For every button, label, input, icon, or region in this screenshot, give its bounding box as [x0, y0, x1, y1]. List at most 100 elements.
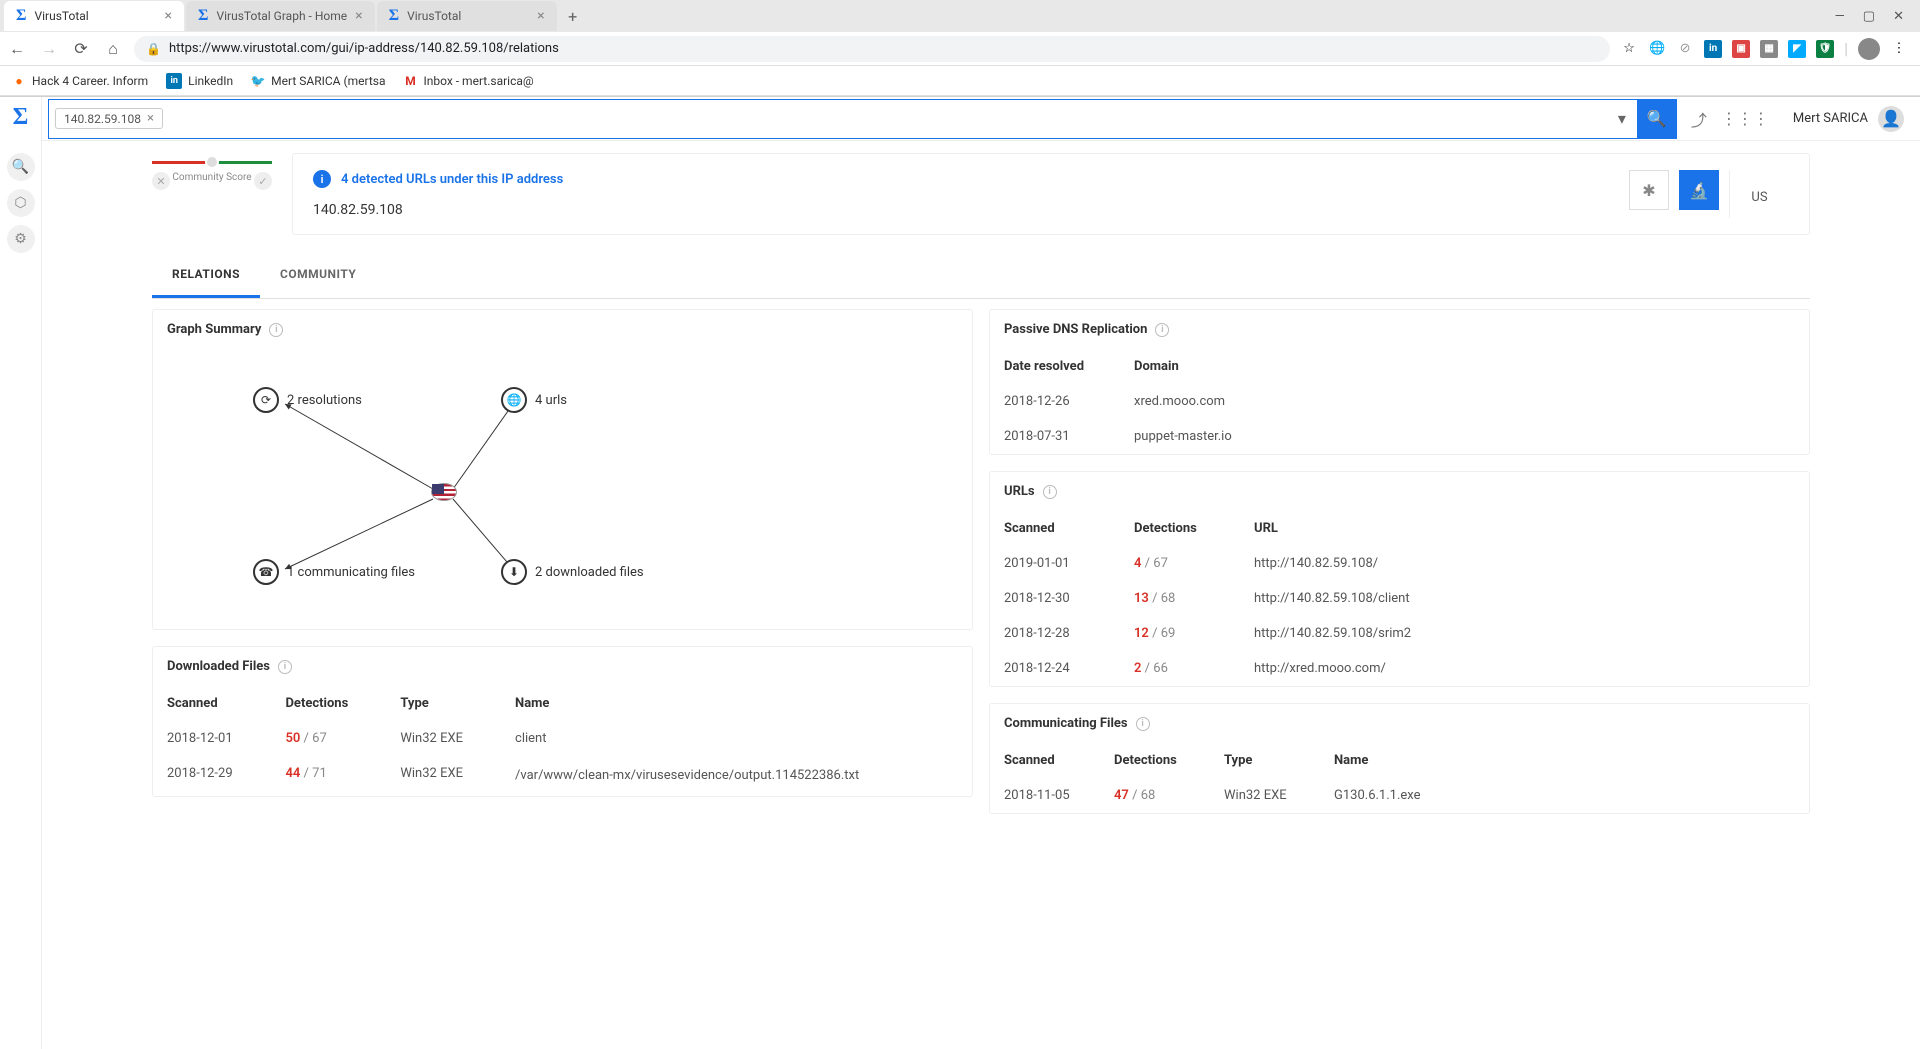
shield-ext-icon[interactable]: 🛡 — [1816, 40, 1834, 58]
score-up-icon[interactable]: ✓ — [254, 172, 272, 190]
top-actions: ⤴ ⋮⋮⋮ — [1677, 107, 1783, 131]
linkedin-ext-icon[interactable]: in — [1704, 40, 1722, 58]
cell-scanned: 2018-12-24 — [990, 651, 1120, 686]
close-icon[interactable]: × — [537, 8, 544, 24]
blocker-icon[interactable]: ⊘ — [1676, 40, 1694, 58]
star-icon[interactable]: ☆ — [1620, 40, 1638, 58]
bookmark-item[interactable]: M Inbox - mert.sarica@ — [403, 74, 533, 88]
vt-favicon-icon: Σ — [16, 7, 26, 25]
graph-summary-panel: Graph Summary i — [152, 309, 973, 630]
table-row[interactable]: 2018-12-24 2 / 66 http://xred.mooo.com/ — [990, 651, 1809, 686]
ip-address: 140.82.59.108 — [313, 202, 563, 218]
apps-icon[interactable]: ⋮⋮⋮ — [1721, 109, 1769, 128]
score-down-icon[interactable]: ✕ — [152, 172, 170, 190]
vt-favicon-icon: Σ — [389, 7, 399, 25]
alert-text: 4 detected URLs under this IP address — [341, 172, 563, 187]
bookmark-item[interactable]: in LinkedIn — [166, 73, 233, 89]
table-row[interactable]: 2018-12-29 44 / 71 Win32 EXE /var/www/cl… — [153, 756, 972, 796]
minimize-button[interactable]: — — [1835, 9, 1845, 24]
col-url: URL — [1240, 511, 1809, 546]
reanalyze-button[interactable]: 🔬 — [1679, 170, 1719, 210]
col-detections: Detections — [271, 686, 386, 721]
detection-alert: i 4 detected URLs under this IP address — [313, 170, 563, 188]
tab-title: VirusTotal — [34, 9, 88, 23]
upload-icon[interactable]: ⤴ — [1691, 107, 1707, 131]
graph-node-downloaded[interactable]: ⬇ 2 downloaded files — [501, 559, 644, 585]
table-row[interactable]: 2018-12-28 12 / 69 http://140.82.59.108/… — [990, 616, 1809, 651]
graph-node-urls[interactable]: 🌐 4 urls — [501, 387, 567, 413]
bookmark-item[interactable]: 🐦 Mert SARICA (mertsa — [251, 74, 385, 88]
url-input[interactable]: 🔒 https://www.virustotal.com/gui/ip-addr… — [134, 36, 1610, 62]
downloaded-files-panel: Downloaded Files i Scanned Detections Ty… — [152, 646, 973, 797]
info-icon: i — [313, 170, 331, 188]
back-button[interactable]: ← — [6, 39, 28, 59]
tab-community[interactable]: COMMUNITY — [260, 253, 376, 298]
table-row[interactable]: 2018-07-31 puppet-master.io — [990, 419, 1809, 454]
graph-nav-icon[interactable]: ⬡ — [7, 189, 35, 217]
ext-icon[interactable]: ◤ — [1788, 40, 1806, 58]
search-chip[interactable]: 140.82.59.108 × — [55, 108, 163, 129]
panel-header: Communicating Files i — [990, 704, 1809, 743]
maximize-button[interactable]: ▢ — [1863, 9, 1875, 24]
bookmark-label: LinkedIn — [188, 74, 233, 88]
graph-node-resolutions[interactable]: ⟳ 2 resolutions — [253, 387, 362, 413]
bookmark-label: Inbox - mert.sarica@ — [423, 74, 533, 88]
profile-avatar[interactable] — [1858, 38, 1880, 60]
table-row[interactable]: 2018-12-26 xred.mooo.com — [990, 384, 1809, 419]
globe-icon[interactable]: 🌐 — [1648, 40, 1666, 58]
graph-node-communicating[interactable]: ☎ 1 communicating files — [253, 559, 415, 585]
chip-remove-icon[interactable]: × — [147, 111, 154, 126]
ext-icon[interactable]: ▣ — [1732, 40, 1750, 58]
cell-type: Win32 EXE — [386, 756, 501, 796]
summary-card: i 4 detected URLs under this IP address … — [292, 153, 1810, 235]
search-input[interactable]: 140.82.59.108 × — [48, 99, 1607, 139]
info-icon[interactable]: i — [278, 660, 292, 674]
user-menu[interactable]: Mert SARICA 👤 — [1783, 106, 1914, 132]
bookmark-item[interactable]: ● Hack 4 Career. Inform — [12, 74, 148, 88]
comm-icon: ☎ — [253, 559, 279, 585]
home-button[interactable]: ⌂ — [102, 39, 124, 59]
cell-detections: 13 / 68 — [1120, 581, 1240, 616]
urls-icon: 🌐 — [501, 387, 527, 413]
table-row[interactable]: 2019-01-01 4 / 67 http://140.82.59.108/ — [990, 546, 1809, 581]
browser-tab[interactable]: Σ VirusTotal Graph - Home × — [186, 1, 375, 31]
info-icon[interactable]: i — [269, 323, 283, 337]
table-row[interactable]: 2018-11-05 47 / 68 Win32 EXE G130.6.1.1.… — [990, 778, 1809, 813]
close-icon[interactable]: × — [355, 8, 362, 24]
search-button[interactable]: 🔍 — [1637, 99, 1677, 139]
panel-title: Passive DNS Replication — [1004, 322, 1147, 337]
user-avatar-icon: 👤 — [1878, 106, 1904, 132]
tab-relations[interactable]: RELATIONS — [152, 253, 260, 298]
ext-icon[interactable]: ▦ — [1760, 40, 1778, 58]
graph-button[interactable]: ✱ — [1629, 170, 1669, 210]
menu-icon[interactable]: ⋮ — [1890, 40, 1908, 58]
cell-name: G130.6.1.1.exe — [1320, 778, 1809, 813]
close-icon[interactable]: × — [165, 8, 172, 24]
info-icon[interactable]: i — [1136, 717, 1150, 731]
close-window-button[interactable]: ✕ — [1893, 9, 1904, 24]
cell-domain: puppet-master.io — [1120, 419, 1809, 454]
tab-title: VirusTotal Graph - Home — [216, 9, 347, 23]
table-row[interactable]: 2018-12-01 50 / 67 Win32 EXE client — [153, 721, 972, 756]
browser-tab[interactable]: Σ VirusTotal × — [377, 1, 557, 31]
search-dropdown[interactable]: ▾ — [1607, 99, 1637, 139]
cell-scanned: 2018-12-29 — [153, 756, 271, 796]
passive-dns-table: Date resolved Domain 2018-12-26 xred.moo… — [990, 349, 1809, 454]
vt-logo-icon[interactable]: Σ — [7, 103, 35, 131]
panel-header: Graph Summary i — [153, 310, 972, 349]
panels-grid: Graph Summary i — [152, 309, 1810, 814]
api-nav-icon[interactable]: ⚙ — [7, 225, 35, 253]
info-icon[interactable]: i — [1155, 323, 1169, 337]
browser-tab[interactable]: Σ VirusTotal × — [4, 1, 184, 31]
detail-tabs: RELATIONS COMMUNITY — [152, 253, 1810, 299]
search-nav-icon[interactable]: 🔍 — [7, 153, 35, 181]
table-row[interactable]: 2018-12-30 13 / 68 http://140.82.59.108/… — [990, 581, 1809, 616]
toolbar-right: ☆ 🌐 ⊘ in ▣ ▦ ◤ 🛡 | ⋮ — [1620, 38, 1914, 60]
reload-button[interactable]: ⟳ — [70, 39, 92, 58]
new-tab-button[interactable]: + — [559, 7, 587, 26]
window-controls: — ▢ ✕ — [1819, 9, 1920, 24]
info-icon[interactable]: i — [1043, 485, 1057, 499]
vt-favicon-icon: Σ — [198, 7, 208, 25]
forward-button[interactable]: → — [38, 39, 60, 59]
graph-canvas[interactable]: ⟳ 2 resolutions 🌐 4 urls ☎ 1 communicati… — [153, 349, 972, 629]
